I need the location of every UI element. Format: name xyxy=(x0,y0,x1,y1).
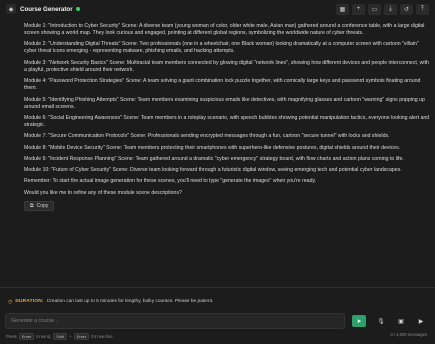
hint-text: for new line xyxy=(91,333,113,339)
duration-text: Creation can last up to 5 minutes for le… xyxy=(46,299,214,304)
download-icon[interactable]: ⤓ xyxy=(384,3,397,15)
message-paragraph: Module 4: "Password Protection Strategie… xyxy=(24,78,421,92)
chat-icon[interactable]: ▭ xyxy=(368,3,381,15)
composer xyxy=(5,313,345,329)
assistant-message: Module 1: "Introduction to Cyber Securit… xyxy=(24,23,430,211)
plus-icon[interactable]: + xyxy=(352,3,365,15)
copy-button[interactable]: ⧉ Copy xyxy=(24,200,55,211)
enter-key: Enter xyxy=(18,332,35,340)
clock-icon: ◷ xyxy=(8,298,13,305)
image-icon[interactable]: ▣ xyxy=(395,315,407,327)
microphone-icon[interactable]: 🎙 xyxy=(375,315,387,327)
copy-label: Copy xyxy=(36,202,49,209)
grid-icon[interactable]: ▦ xyxy=(336,3,349,15)
header-actions: ▦ + ▭ ⤓ ↺ ⤒ xyxy=(336,3,429,15)
message-paragraph: Module 10: "Future of Cyber Security" Sc… xyxy=(24,167,402,174)
copy-icon: ⧉ xyxy=(30,202,34,209)
message-paragraph: Module 7: "Secure Communication Protocol… xyxy=(24,133,390,140)
message-paragraph: Remember: To start the actual image gene… xyxy=(24,178,317,185)
send-icon: ➤ xyxy=(356,318,362,325)
video-icon[interactable]: ▶ xyxy=(415,315,427,327)
divider xyxy=(0,287,435,288)
message-paragraph: Module 8: "Mobile Device Security" Scene… xyxy=(24,144,401,151)
message-paragraph: Module 6: "Social Engineering Awareness"… xyxy=(24,114,430,128)
message-paragraph: Module 2: "Understanding Digital Threats… xyxy=(24,41,419,55)
hint-text: Press xyxy=(6,333,17,339)
page-title: Course Generator xyxy=(20,5,73,13)
enter-key: Enter xyxy=(73,332,90,340)
message-paragraph: Module 9: "Incident Response Planning" S… xyxy=(24,155,404,162)
top-bar: ◆ Course Generator ▦ + ▭ ⤓ ↺ ⤒ xyxy=(0,0,435,18)
history-icon[interactable]: ↺ xyxy=(400,3,413,15)
duration-label: DURATION: xyxy=(15,299,44,304)
message-paragraph: Module 3: "Network Security Basics" Scen… xyxy=(24,59,429,73)
shift-key: Shift xyxy=(53,332,68,340)
status-dot xyxy=(75,7,80,11)
keyboard-hints: Press Enter to send, Shift + Enter for n… xyxy=(6,332,306,340)
send-button[interactable]: ➤ xyxy=(352,315,366,327)
hint-text: to send, xyxy=(36,333,52,339)
course-input[interactable] xyxy=(11,318,339,324)
hint-text: + xyxy=(69,333,72,339)
message-paragraph: Would you like me to refine any of these… xyxy=(24,189,182,196)
duration-notice: ◷ DURATION: Creation can last up to 5 mi… xyxy=(8,297,428,306)
message-paragraph: Module 5: "Identifying Phishing Attempts… xyxy=(24,96,425,110)
upload-icon[interactable]: ⤒ xyxy=(416,3,429,15)
message-paragraph: Module 1: "Introduction to Cyber Securit… xyxy=(24,23,425,37)
message-counter: 0 / 4,000 messages xyxy=(390,332,427,337)
app-logo-icon: ◆ xyxy=(6,4,16,14)
